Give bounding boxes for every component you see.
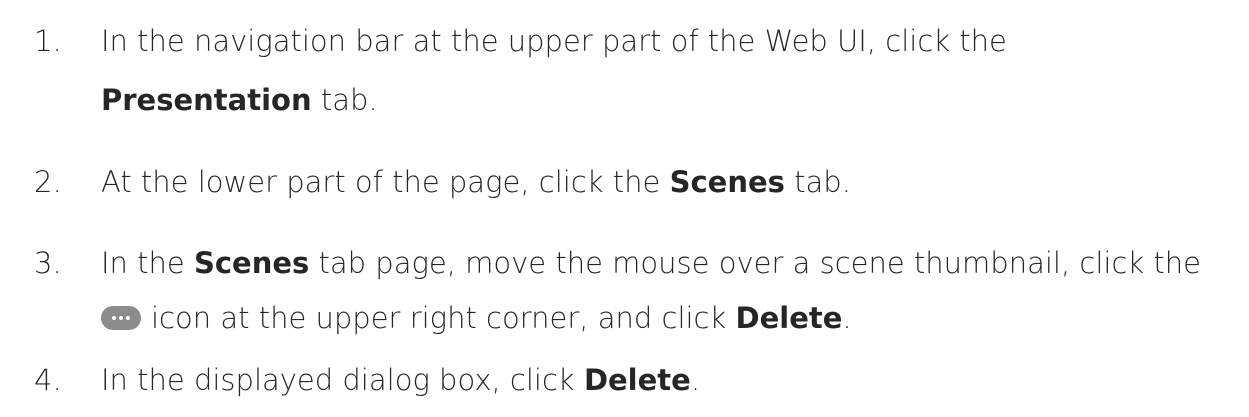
step-4-suffix: . — [690, 363, 701, 397]
step-3-continuation: icon at the upper right corner, and clic… — [101, 300, 852, 336]
delete-term: Delete — [735, 301, 843, 335]
step-4-prefix: In the displayed dialog box, click — [101, 363, 584, 397]
step-2-text: At the lower part of the page, click the… — [101, 164, 851, 200]
procedure-steps: 1. In the navigation bar at the upper pa… — [0, 0, 1249, 417]
step-3-prefix: In the — [101, 246, 194, 280]
step-3-middle: tab page, move the mouse over a scene th… — [309, 246, 1202, 280]
step-4-text: In the displayed dialog box, click Delet… — [101, 362, 700, 398]
delete-term: Delete — [583, 363, 691, 397]
step-1-suffix: tab. — [311, 83, 378, 117]
step-4-number: 4. — [34, 363, 62, 397]
step-2-number: 2. — [34, 165, 62, 199]
step-3-suffix: . — [842, 301, 852, 335]
step-2-prefix: At the lower part of the page, click the — [101, 165, 670, 199]
scenes-tab-term: Scenes — [669, 165, 785, 199]
step-1-number: 1. — [34, 24, 62, 58]
more-options-icon — [101, 306, 141, 330]
presentation-tab-term: Presentation — [101, 83, 312, 117]
step-1-text: In the navigation bar at the upper part … — [101, 24, 1007, 58]
step-3-number: 3. — [34, 246, 62, 280]
step-3-icon-text: icon at the upper right corner, and clic… — [151, 301, 736, 335]
step-3-text: In the Scenes tab page, move the mouse o… — [101, 245, 1201, 281]
step-2-suffix: tab. — [784, 165, 851, 199]
scenes-tab-term: Scenes — [193, 246, 310, 280]
step-1-continuation: Presentation tab. — [101, 82, 378, 118]
